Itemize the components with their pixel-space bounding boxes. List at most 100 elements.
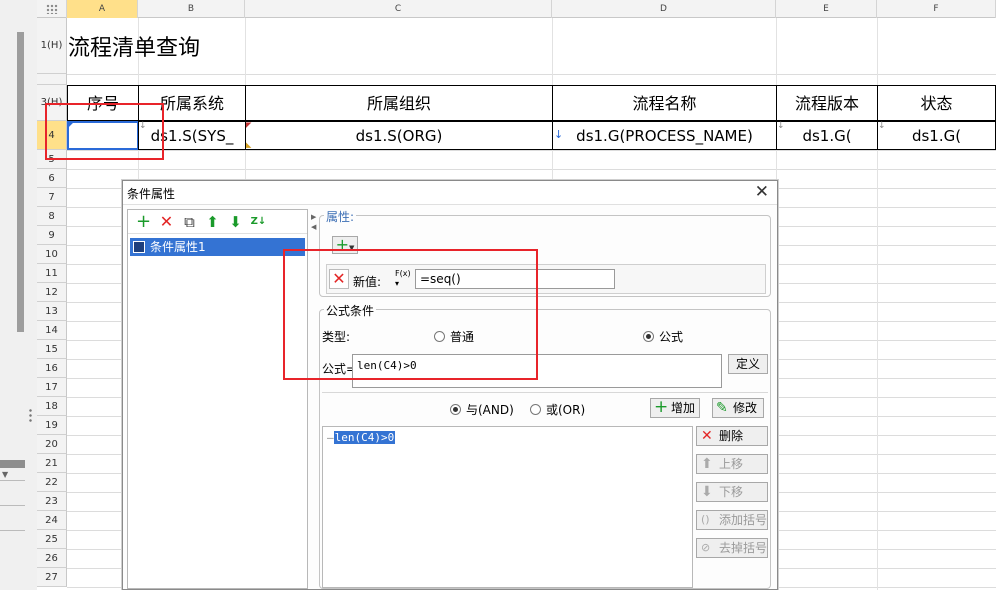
move-down-icon: ⬇ xyxy=(701,484,713,500)
property-group: 属性: +▼ ✕ 新值: F(x) ▾ xyxy=(319,208,771,297)
radio-or[interactable]: 或(OR) xyxy=(530,401,585,418)
formula-fx-icon[interactable]: F(x) ▾ xyxy=(395,269,411,289)
collapse-arrow-icon[interactable]: ▼ xyxy=(2,470,8,479)
delete-condition-button[interactable]: ✕ 删除 xyxy=(696,426,768,446)
row-header[interactable]: 20 xyxy=(37,435,67,454)
remove-bracket-label: 去掉括号 xyxy=(719,541,768,555)
row-header[interactable]: 19 xyxy=(37,416,67,435)
add-condition-button[interactable]: + 增加 xyxy=(650,398,700,418)
data-cell-version[interactable]: ds1.G( xyxy=(776,121,878,150)
row-header[interactable]: 18 xyxy=(37,397,67,416)
row-header[interactable]: 3(H) xyxy=(37,85,67,121)
column-header-a[interactable]: A xyxy=(67,0,138,18)
dialog-titlebar[interactable]: 条件属性 ✕ xyxy=(123,181,777,205)
column-header-b[interactable]: B xyxy=(138,0,245,18)
data-cell-process-name[interactable]: ds1.G(PROCESS_NAME) xyxy=(552,121,777,150)
header-cell-status[interactable]: 状态 xyxy=(877,85,996,121)
row-header[interactable]: 23 xyxy=(37,492,67,511)
header-cell-process-name[interactable]: 流程名称 xyxy=(552,85,777,121)
gridline xyxy=(67,150,996,151)
header-cell-org[interactable]: 所属组织 xyxy=(245,85,553,121)
radio-normal[interactable]: 普通 xyxy=(434,328,474,345)
row-header[interactable]: 1(H) xyxy=(37,18,67,74)
row-header[interactable]: 5 xyxy=(37,150,67,169)
row-header[interactable]: 7 xyxy=(37,188,67,207)
condition-node-icon xyxy=(133,241,145,253)
report-title[interactable]: 流程清单查询 xyxy=(68,30,200,62)
define-button[interactable]: 定义 xyxy=(728,354,768,374)
row-header[interactable]: 4 xyxy=(37,121,67,150)
expand-marker-icon: ↓ xyxy=(139,121,147,131)
row-header[interactable]: 24 xyxy=(37,511,67,530)
row-header[interactable]: 26 xyxy=(37,549,67,568)
data-cell-seq-selected[interactable] xyxy=(67,121,139,150)
left-scrollbar[interactable] xyxy=(17,32,24,332)
condition-properties-dialog[interactable]: 条件属性 ✕ + ✕ ⧉ ⬆ ⬇ Z↓ 条件属性1 ▶ ◀ 属性: +▼ ✕ 新值… xyxy=(122,180,778,590)
select-all-icon xyxy=(46,4,58,14)
row-header[interactable]: 14 xyxy=(37,321,67,340)
row-header[interactable]: 12 xyxy=(37,283,67,302)
row-header[interactable]: 22 xyxy=(37,473,67,492)
header-cell-seq[interactable]: 序号 xyxy=(67,85,139,121)
new-value-input[interactable] xyxy=(415,269,615,289)
splitter-grip-icon[interactable] xyxy=(28,408,33,422)
row-header[interactable]: 6 xyxy=(37,169,67,188)
header-cell-system[interactable]: 所属系统 xyxy=(138,85,246,121)
header-cell-version[interactable]: 流程版本 xyxy=(776,85,878,121)
move-up-icon[interactable]: ⬆ xyxy=(201,212,224,232)
property-row: ✕ 新值: F(x) ▾ xyxy=(326,264,766,294)
remove-property-icon[interactable]: ✕ xyxy=(329,269,349,289)
radio-on-icon xyxy=(643,331,654,342)
add-icon[interactable]: + xyxy=(132,211,155,232)
column-header-e[interactable]: E xyxy=(776,0,877,18)
radio-formula[interactable]: 公式 xyxy=(643,328,683,345)
data-cell-status[interactable]: ds1.G( xyxy=(877,121,996,150)
row-header[interactable] xyxy=(37,74,67,85)
remove-bracket-button[interactable]: ⊘ 去掉括号 xyxy=(696,538,768,558)
copy-icon[interactable]: ⧉ xyxy=(178,212,201,232)
add-bracket-label: 添加括号 xyxy=(719,513,768,527)
column-header-d[interactable]: D xyxy=(552,0,776,18)
row-header[interactable]: 10 xyxy=(37,245,67,264)
column-header-c[interactable]: C xyxy=(245,0,552,18)
column-header-bar: A B C D E F xyxy=(37,0,996,18)
data-cell-org[interactable]: ds1.S(ORG) xyxy=(245,121,553,150)
row-header[interactable]: 17 xyxy=(37,378,67,397)
tree-item-condition[interactable]: 条件属性1 xyxy=(130,238,305,256)
radio-and[interactable]: 与(AND) xyxy=(450,401,514,418)
formula-condition-legend: 公式条件 xyxy=(324,302,377,319)
radio-off-icon xyxy=(530,404,541,415)
row-header[interactable]: 11 xyxy=(37,264,67,283)
move-down-icon[interactable]: ⬇ xyxy=(224,212,247,232)
move-up-button[interactable]: ⬆ 上移 xyxy=(696,454,768,474)
row-header[interactable]: 16 xyxy=(37,359,67,378)
delete-icon[interactable]: ✕ xyxy=(155,212,178,232)
row-header[interactable]: 13 xyxy=(37,302,67,321)
row-header[interactable]: 21 xyxy=(37,454,67,473)
row-header[interactable]: 25 xyxy=(37,530,67,549)
column-header-f[interactable]: F xyxy=(877,0,996,18)
formula-label: 公式= xyxy=(322,362,357,376)
modify-condition-button[interactable]: ✎ 修改 xyxy=(712,398,764,418)
corner-header[interactable] xyxy=(37,0,67,18)
radio-off-icon xyxy=(434,331,445,342)
pane-splitter[interactable]: ▶ ◀ xyxy=(310,209,318,589)
add-bracket-button[interactable]: () 添加括号 xyxy=(696,510,768,530)
condition-tree-pane: + ✕ ⧉ ⬆ ⬇ Z↓ 条件属性1 xyxy=(127,209,308,589)
expand-marker-icon: ↓ xyxy=(777,121,785,131)
row-header[interactable]: 15 xyxy=(37,340,67,359)
add-property-button[interactable]: +▼ xyxy=(332,236,358,254)
row-header[interactable]: 8 xyxy=(37,207,67,226)
row-header[interactable]: 9 xyxy=(37,226,67,245)
delete-condition-label: 删除 xyxy=(719,429,744,443)
row-header[interactable]: 27 xyxy=(37,568,67,587)
data-cell-system[interactable]: ds1.S(SYS_ xyxy=(138,121,246,150)
move-down-button[interactable]: ⬇ 下移 xyxy=(696,482,768,502)
formula-condition-group: 公式条件 类型: 普通 公式 公式= len(C4)>0 定义 与(AND) 或… xyxy=(319,302,771,589)
condition-list[interactable]: —len(C4)>0 xyxy=(322,426,693,588)
sort-icon[interactable]: Z↓ xyxy=(247,212,270,232)
formula-input[interactable]: len(C4)>0 xyxy=(352,354,722,388)
close-icon[interactable]: ✕ xyxy=(755,182,769,202)
plus-icon: + xyxy=(654,397,669,417)
condition-list-item[interactable]: —len(C4)>0 xyxy=(327,431,396,444)
